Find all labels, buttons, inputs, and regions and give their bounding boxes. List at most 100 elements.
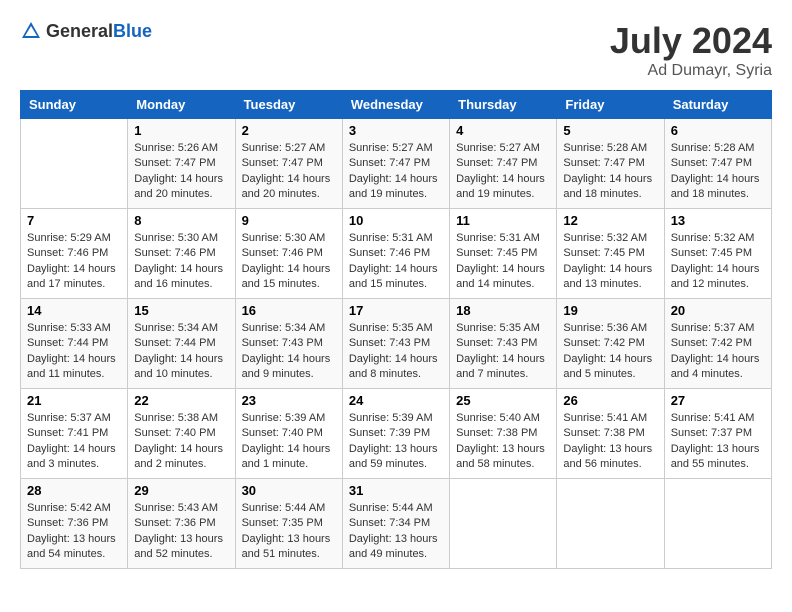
month-year-title: July 2024: [610, 20, 772, 62]
day-number: 24: [349, 393, 443, 408]
calendar-cell: 14Sunrise: 5:33 AM Sunset: 7:44 PM Dayli…: [21, 299, 128, 389]
calendar-cell: 16 Sunrise: 5:34 AM Sunset: 7:43 PM Dayli…: [235, 299, 342, 389]
calendar-cell: 24 Sunrise: 5:39 AM Sunset: 7:39 PM Dayli…: [342, 389, 449, 479]
calendar-cell: 12Sunrise: 5:32 AM Sunset: 7:45 PM Dayli…: [557, 209, 664, 299]
day-info: Sunrise: 5:26 AM Sunset: 7:47 PM Dayligh…: [134, 141, 228, 203]
calendar-cell: 20 Sunrise: 5:37 AM Sunset: 7:42 PM Dayli…: [664, 299, 771, 389]
calendar-cell: [450, 479, 557, 569]
day-number: 1: [134, 123, 228, 138]
day-info: Sunrise: 5:34 AM Sunset: 7:43 PM Dayligh…: [242, 321, 336, 383]
day-number: 14: [27, 303, 121, 318]
calendar-cell: 26 Sunrise: 5:41 AM Sunset: 7:38 PM Dayli…: [557, 389, 664, 479]
day-number: 28: [27, 483, 121, 498]
day-info: Sunrise: 5:44 AM Sunset: 7:35 PM Dayligh…: [242, 501, 336, 563]
calendar-cell: 22Sunrise: 5:38 AM Sunset: 7:40 PM Dayli…: [128, 389, 235, 479]
day-number: 11: [456, 213, 550, 228]
calendar-cell: 5 Sunrise: 5:28 AM Sunset: 7:47 PM Daylig…: [557, 119, 664, 209]
day-info: Sunrise: 5:30 AM Sunset: 7:46 PM Dayligh…: [242, 231, 336, 293]
weekday-header-cell: Monday: [128, 91, 235, 119]
calendar-cell: 17Sunrise: 5:35 AM Sunset: 7:43 PM Dayli…: [342, 299, 449, 389]
day-info: Sunrise: 5:41 AM Sunset: 7:38 PM Dayligh…: [563, 411, 657, 473]
day-number: 25: [456, 393, 550, 408]
day-info: Sunrise: 5:34 AM Sunset: 7:44 PM Dayligh…: [134, 321, 228, 383]
day-info: Sunrise: 5:41 AM Sunset: 7:37 PM Dayligh…: [671, 411, 765, 473]
day-number: 2: [242, 123, 336, 138]
calendar-cell: 30 Sunrise: 5:44 AM Sunset: 7:35 PM Dayli…: [235, 479, 342, 569]
weekday-header-cell: Tuesday: [235, 91, 342, 119]
calendar-cell: 4 Sunrise: 5:27 AM Sunset: 7:47 PM Daylig…: [450, 119, 557, 209]
day-number: 23: [242, 393, 336, 408]
weekday-header-cell: Thursday: [450, 91, 557, 119]
calendar-cell: [557, 479, 664, 569]
calendar-week-row: 21 Sunrise: 5:37 AM Sunset: 7:41 PM Dayli…: [21, 389, 772, 479]
calendar-cell: 27 Sunrise: 5:41 AM Sunset: 7:37 PM Dayli…: [664, 389, 771, 479]
day-info: Sunrise: 5:43 AM Sunset: 7:36 PM Dayligh…: [134, 501, 228, 563]
day-info: Sunrise: 5:29 AM Sunset: 7:46 PM Dayligh…: [27, 231, 121, 293]
day-info: Sunrise: 5:39 AM Sunset: 7:39 PM Dayligh…: [349, 411, 443, 473]
day-info: Sunrise: 5:35 AM Sunset: 7:43 PM Dayligh…: [349, 321, 443, 383]
calendar-cell: [21, 119, 128, 209]
day-number: 19: [563, 303, 657, 318]
day-number: 16: [242, 303, 336, 318]
day-number: 9: [242, 213, 336, 228]
day-info: Sunrise: 5:37 AM Sunset: 7:42 PM Dayligh…: [671, 321, 765, 383]
calendar-cell: 19Sunrise: 5:36 AM Sunset: 7:42 PM Dayli…: [557, 299, 664, 389]
calendar-cell: 31Sunrise: 5:44 AM Sunset: 7:34 PM Dayli…: [342, 479, 449, 569]
logo: GeneralBlue: [20, 20, 152, 42]
calendar-cell: 1 Sunrise: 5:26 AM Sunset: 7:47 PM Daylig…: [128, 119, 235, 209]
calendar-cell: 21 Sunrise: 5:37 AM Sunset: 7:41 PM Dayli…: [21, 389, 128, 479]
day-info: Sunrise: 5:27 AM Sunset: 7:47 PM Dayligh…: [349, 141, 443, 203]
calendar-week-row: 28Sunrise: 5:42 AM Sunset: 7:36 PM Dayli…: [21, 479, 772, 569]
day-info: Sunrise: 5:35 AM Sunset: 7:43 PM Dayligh…: [456, 321, 550, 383]
calendar-body: 1 Sunrise: 5:26 AM Sunset: 7:47 PM Daylig…: [21, 119, 772, 569]
calendar-table: SundayMondayTuesdayWednesdayThursdayFrid…: [20, 90, 772, 569]
calendar-cell: 25 Sunrise: 5:40 AM Sunset: 7:38 PM Dayli…: [450, 389, 557, 479]
day-info: Sunrise: 5:27 AM Sunset: 7:47 PM Dayligh…: [456, 141, 550, 203]
calendar-cell: 2Sunrise: 5:27 AM Sunset: 7:47 PM Daylig…: [235, 119, 342, 209]
calendar-cell: 6Sunrise: 5:28 AM Sunset: 7:47 PM Daylig…: [664, 119, 771, 209]
day-number: 30: [242, 483, 336, 498]
day-number: 26: [563, 393, 657, 408]
calendar-cell: 8Sunrise: 5:30 AM Sunset: 7:46 PM Daylig…: [128, 209, 235, 299]
day-number: 7: [27, 213, 121, 228]
calendar-cell: 10Sunrise: 5:31 AM Sunset: 7:46 PM Dayli…: [342, 209, 449, 299]
weekday-header-cell: Wednesday: [342, 91, 449, 119]
day-number: 10: [349, 213, 443, 228]
day-number: 20: [671, 303, 765, 318]
calendar-cell: [664, 479, 771, 569]
day-info: Sunrise: 5:37 AM Sunset: 7:41 PM Dayligh…: [27, 411, 121, 473]
day-info: Sunrise: 5:44 AM Sunset: 7:34 PM Dayligh…: [349, 501, 443, 563]
day-info: Sunrise: 5:30 AM Sunset: 7:46 PM Dayligh…: [134, 231, 228, 293]
logo-text-blue: Blue: [113, 21, 152, 41]
calendar-week-row: 14Sunrise: 5:33 AM Sunset: 7:44 PM Dayli…: [21, 299, 772, 389]
day-number: 12: [563, 213, 657, 228]
calendar-week-row: 7 Sunrise: 5:29 AM Sunset: 7:46 PM Daylig…: [21, 209, 772, 299]
day-info: Sunrise: 5:28 AM Sunset: 7:47 PM Dayligh…: [563, 141, 657, 203]
calendar-cell: 15Sunrise: 5:34 AM Sunset: 7:44 PM Dayli…: [128, 299, 235, 389]
calendar-cell: 11 Sunrise: 5:31 AM Sunset: 7:45 PM Dayli…: [450, 209, 557, 299]
weekday-header-cell: Sunday: [21, 91, 128, 119]
day-number: 3: [349, 123, 443, 138]
calendar-cell: 9 Sunrise: 5:30 AM Sunset: 7:46 PM Daylig…: [235, 209, 342, 299]
day-info: Sunrise: 5:32 AM Sunset: 7:45 PM Dayligh…: [671, 231, 765, 293]
calendar-week-row: 1 Sunrise: 5:26 AM Sunset: 7:47 PM Daylig…: [21, 119, 772, 209]
day-number: 4: [456, 123, 550, 138]
day-number: 21: [27, 393, 121, 408]
day-number: 29: [134, 483, 228, 498]
calendar-cell: 23 Sunrise: 5:39 AM Sunset: 7:40 PM Dayli…: [235, 389, 342, 479]
location-subtitle: Ad Dumayr, Syria: [610, 62, 772, 80]
day-number: 6: [671, 123, 765, 138]
calendar-cell: 3 Sunrise: 5:27 AM Sunset: 7:47 PM Daylig…: [342, 119, 449, 209]
day-info: Sunrise: 5:40 AM Sunset: 7:38 PM Dayligh…: [456, 411, 550, 473]
day-number: 5: [563, 123, 657, 138]
day-number: 18: [456, 303, 550, 318]
day-info: Sunrise: 5:39 AM Sunset: 7:40 PM Dayligh…: [242, 411, 336, 473]
day-number: 27: [671, 393, 765, 408]
day-info: Sunrise: 5:38 AM Sunset: 7:40 PM Dayligh…: [134, 411, 228, 473]
calendar-cell: 29 Sunrise: 5:43 AM Sunset: 7:36 PM Dayli…: [128, 479, 235, 569]
weekday-header-row: SundayMondayTuesdayWednesdayThursdayFrid…: [21, 91, 772, 119]
day-number: 13: [671, 213, 765, 228]
logo-text-general: General: [46, 21, 113, 41]
day-info: Sunrise: 5:31 AM Sunset: 7:45 PM Dayligh…: [456, 231, 550, 293]
page-header: GeneralBlue July 2024 Ad Dumayr, Syria: [20, 20, 772, 80]
